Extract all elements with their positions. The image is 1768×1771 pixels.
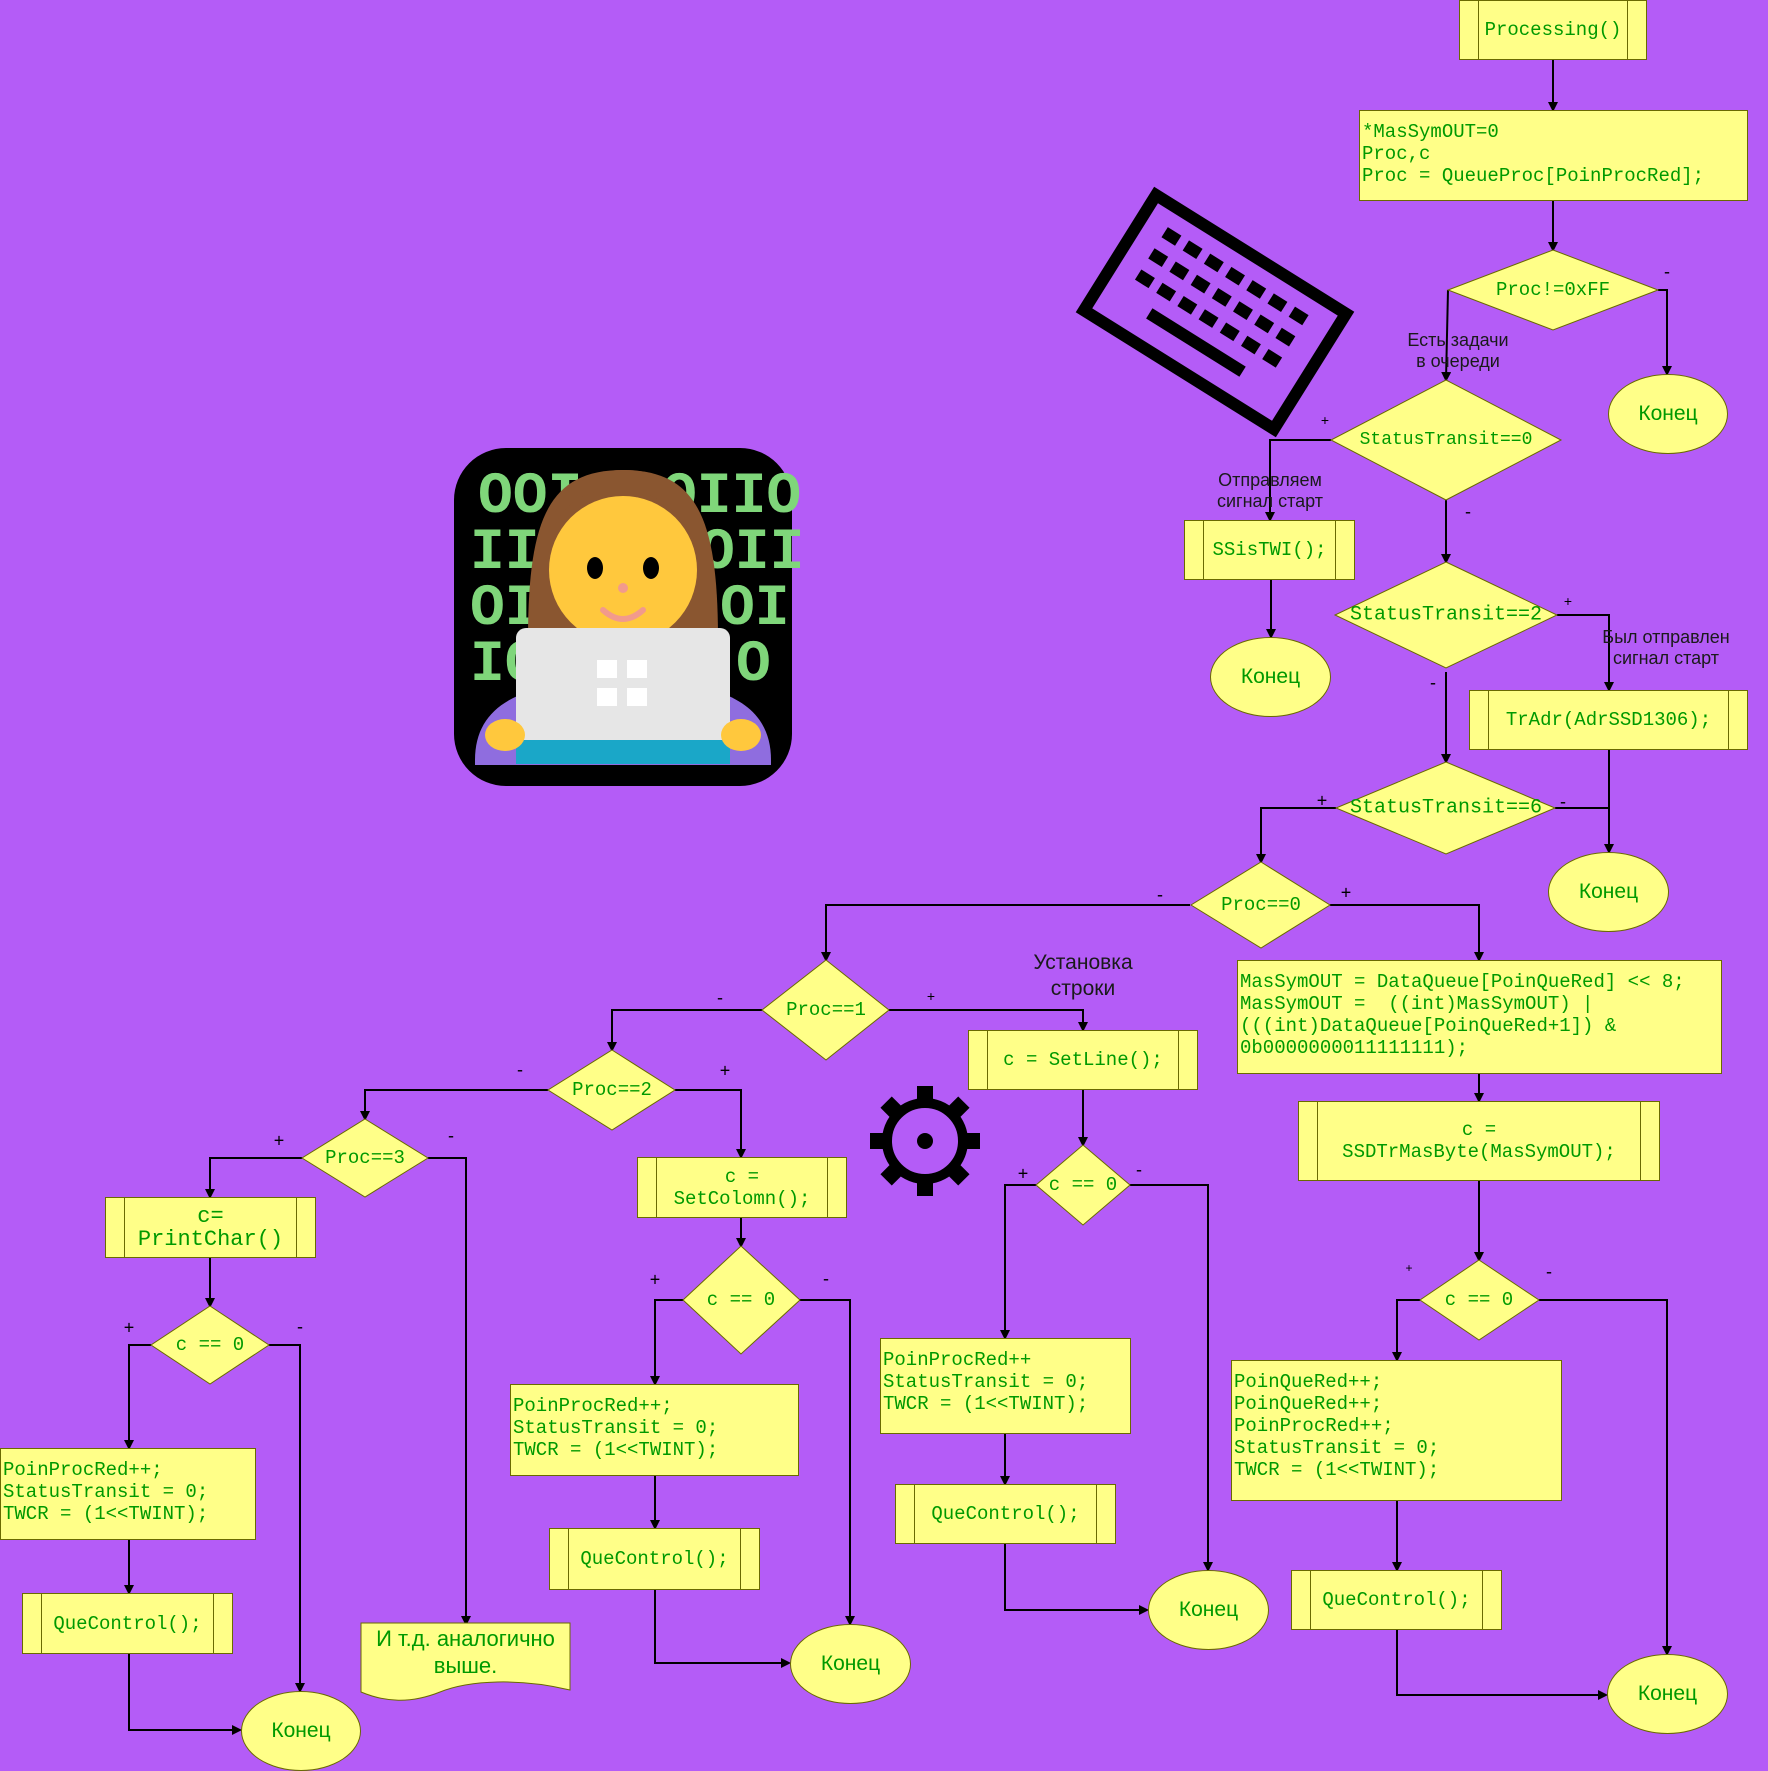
tradr-block: TrAdr(AdrSSD1306); <box>1469 690 1748 750</box>
gear-icon <box>870 1086 980 1196</box>
quecontrol-d: QueControl(); <box>22 1593 233 1654</box>
decision-status0: StatusTransit==0 <box>1359 430 1533 450</box>
setline-block: c = SetLine(); <box>968 1030 1198 1090</box>
branch-minus: - <box>823 1268 829 1289</box>
end-terminator: Конец <box>241 1691 361 1771</box>
decision-status2: StatusTransit==2 <box>1349 603 1543 627</box>
decision-proc-ff: Proc!=0xFF <box>1495 279 1611 301</box>
branch-minus: - <box>297 1316 303 1337</box>
note-start-sent: Был отправлен сигнал старт <box>1602 627 1730 668</box>
quecontrol-b: QueControl(); <box>895 1484 1116 1544</box>
branch-plus: + <box>1563 593 1573 609</box>
branch-plus: + <box>1405 1261 1413 1275</box>
branch-minus: - <box>1546 1261 1552 1282</box>
branch-plus: + <box>926 988 936 1004</box>
decision-c0-d: c == 0 <box>175 1334 245 1356</box>
quecontrol-c: QueControl(); <box>549 1528 760 1590</box>
branch-plus: + <box>1316 790 1328 811</box>
end-terminator: Конец <box>1148 1570 1269 1650</box>
branch-minus: - <box>1465 501 1471 522</box>
branch-minus: - <box>517 1059 523 1080</box>
branch-plus: + <box>1320 412 1330 428</box>
note-set-line: Установка строки <box>1033 951 1133 1000</box>
note-send-start: Отправляем сигнал старт <box>1217 470 1323 511</box>
decision-c0-c: c == 0 <box>706 1289 776 1311</box>
inc-block-a: PoinQueRed++; PoinQueRed++; PoinProcRed+… <box>1231 1360 1562 1501</box>
branch-plus: + <box>1340 882 1352 903</box>
decision-status6: StatusTransit==6 <box>1349 796 1543 820</box>
decision-proc3: Proc==3 <box>325 1147 405 1169</box>
decision-proc0: Proc==0 <box>1221 894 1301 916</box>
connectors-layer: OOIO OIIO IIO OII OI OI IO O <box>124 60 1672 1735</box>
decision-proc1: Proc==1 <box>786 999 866 1021</box>
branch-plus: + <box>649 1269 661 1290</box>
branch-minus: - <box>717 987 723 1008</box>
end-terminator: Конец <box>1210 637 1331 717</box>
flowchart-canvas: OOIO OIIO IIO OII OI OI IO O Processing(… <box>0 0 1768 1771</box>
keyboard-icon <box>1075 186 1355 438</box>
branch-minus: - <box>1157 884 1163 905</box>
init-block: *MasSymOUT=0 Proc,c Proc = QueueProc[Poi… <box>1359 110 1748 201</box>
decision-proc2: Proc==2 <box>572 1079 652 1101</box>
inc-block-b: PoinProcRed++ StatusTransit = 0; TWCR = … <box>880 1338 1131 1434</box>
end-terminator: Конец <box>1607 1654 1728 1734</box>
printchar-block: c= PrintChar() <box>105 1197 316 1258</box>
branch-minus: - <box>448 1125 454 1146</box>
ssd-block: c = SSDTrMasByte(MasSymOUT); <box>1298 1101 1660 1181</box>
branch-plus: + <box>273 1130 285 1151</box>
decision-c0-a: c == 0 <box>1444 1289 1514 1311</box>
inc-block-d: PoinProcRed++; StatusTransit = 0; TWCR =… <box>0 1448 256 1540</box>
end-terminator: Конец <box>1548 852 1669 932</box>
inc-block-c: PoinProcRed++; StatusTransit = 0; TWCR =… <box>510 1384 799 1476</box>
processing-block: Processing() <box>1459 0 1647 60</box>
branch-minus: - <box>1136 1159 1142 1180</box>
note-tasks-in-queue: Есть задачи в очереди <box>1407 330 1509 371</box>
end-terminator: Конец <box>1608 374 1728 454</box>
svg-text:O: O <box>736 633 771 698</box>
quecontrol-a: QueControl(); <box>1291 1570 1502 1630</box>
mas-block: MasSymOUT = DataQueue[PoinQueRed] << 8; … <box>1237 960 1722 1074</box>
branch-plus: + <box>719 1060 731 1081</box>
etc-note: И т.д. аналогично выше. <box>376 1626 555 1678</box>
end-terminator: Конец <box>790 1624 911 1704</box>
sstwi-block: SSisTWI(); <box>1184 520 1355 580</box>
branch-minus: - <box>1560 791 1566 812</box>
branch-minus: - <box>1430 672 1436 693</box>
branch-plus: + <box>123 1317 135 1338</box>
setcolomn-block: c = SetColomn(); <box>637 1157 847 1218</box>
decision-c0-b: c == 0 <box>1048 1174 1118 1196</box>
woman-technologist-icon: OOIO OIIO IIO OII OI OI IO O <box>454 448 804 786</box>
branch-plus: + <box>1017 1163 1029 1184</box>
branch-minus: - <box>1664 261 1670 282</box>
